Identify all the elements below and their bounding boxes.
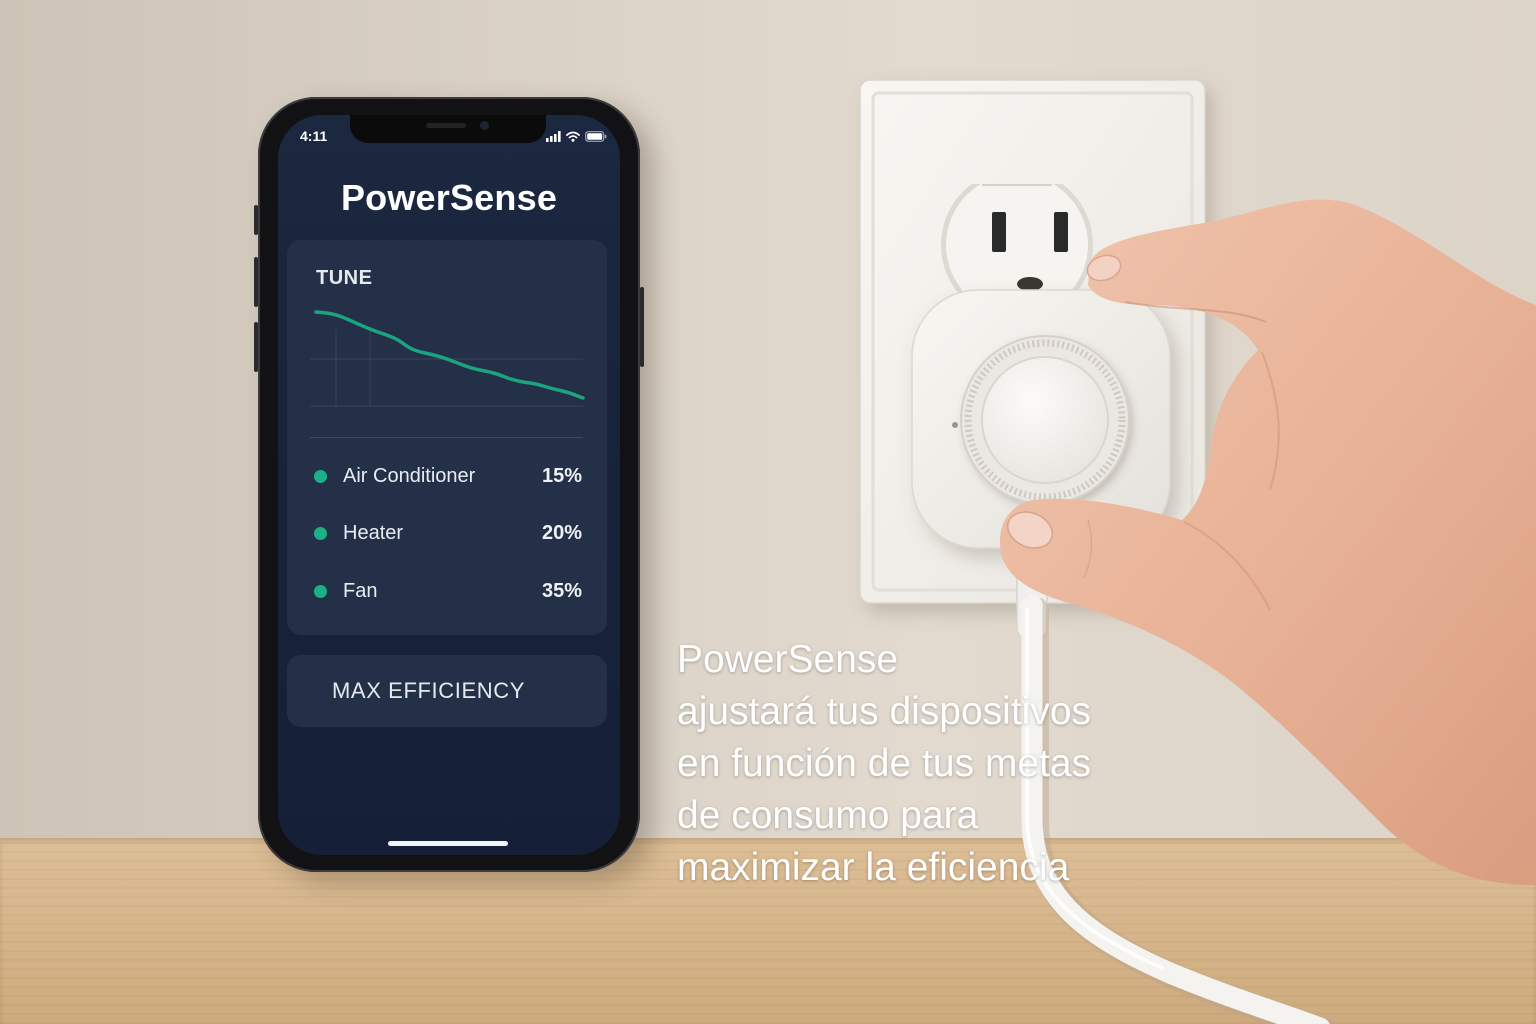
card-divider	[310, 437, 583, 438]
signal-bar	[546, 138, 549, 142]
outlet-slot-left	[992, 212, 1006, 252]
wifi-dot	[571, 138, 575, 142]
caption-line: maximizar la eficiencia	[677, 846, 1070, 889]
device-name: Air Conditioner	[343, 465, 476, 487]
signal-bar	[550, 136, 553, 142]
device-percentage: 20%	[541, 522, 582, 544]
caption-line: ajustará tus dispositivos	[677, 690, 1092, 733]
list-item[interactable]: Fan 35%	[287, 576, 607, 606]
max-efficiency-button[interactable]: MAX EFFICIENCY	[287, 655, 607, 727]
dial-knob	[981, 356, 1109, 484]
status-time: 4:11	[300, 128, 328, 144]
status-icons	[546, 131, 607, 142]
smartphone: 4:11 PowerSense TUNE Air Conditioner 15%…	[254, 97, 644, 872]
status-dot	[314, 585, 327, 598]
home-indicator[interactable]	[388, 841, 508, 846]
status-dot	[314, 527, 327, 540]
tune-chart	[310, 310, 585, 407]
wifi-icon	[566, 131, 580, 142]
earpiece-speaker	[426, 123, 466, 128]
app-title: PowerSense	[340, 177, 558, 218]
caption-line: de consumo para	[677, 794, 979, 837]
wifi-arc-inner	[568, 135, 578, 139]
signal-bar	[558, 131, 561, 142]
device-percentage: 15%	[541, 465, 582, 487]
phone-screen: 4:11 PowerSense TUNE Air Conditioner 15%…	[278, 115, 620, 855]
silent-switch	[254, 205, 258, 235]
camera-notch	[350, 115, 546, 143]
caption-line: PowerSense	[677, 638, 899, 681]
device-name: Heater	[343, 522, 404, 544]
wifi-arc-outer	[566, 131, 580, 136]
status-dot	[314, 470, 327, 483]
smart-plug-led	[952, 422, 958, 428]
tune-card: TUNE Air Conditioner 15% Heater 20% Fan …	[287, 240, 607, 635]
caption-line: en función de tus metas	[677, 742, 1092, 785]
list-item[interactable]: Heater 20%	[287, 518, 607, 548]
max-efficiency-label: MAX EFFICIENCY	[332, 678, 525, 703]
battery-cap	[604, 134, 607, 139]
signal-icon	[546, 131, 561, 142]
front-camera	[480, 121, 489, 130]
outlet-slot-right	[1054, 212, 1068, 252]
volume-up-button	[254, 257, 258, 307]
power-button	[640, 287, 644, 367]
signal-bar	[554, 134, 557, 142]
battery-icon	[585, 131, 607, 142]
battery-fill	[587, 133, 603, 140]
outlet-ground-hole	[1017, 277, 1043, 291]
list-item[interactable]: Air Conditioner 15%	[287, 461, 607, 491]
device-name: Fan	[343, 580, 378, 602]
device-percentage: 35%	[541, 580, 582, 602]
volume-down-button	[254, 322, 258, 372]
caption: PowerSense ajustará tus dispositivos en …	[677, 634, 1197, 894]
tune-trend-line	[314, 310, 585, 400]
